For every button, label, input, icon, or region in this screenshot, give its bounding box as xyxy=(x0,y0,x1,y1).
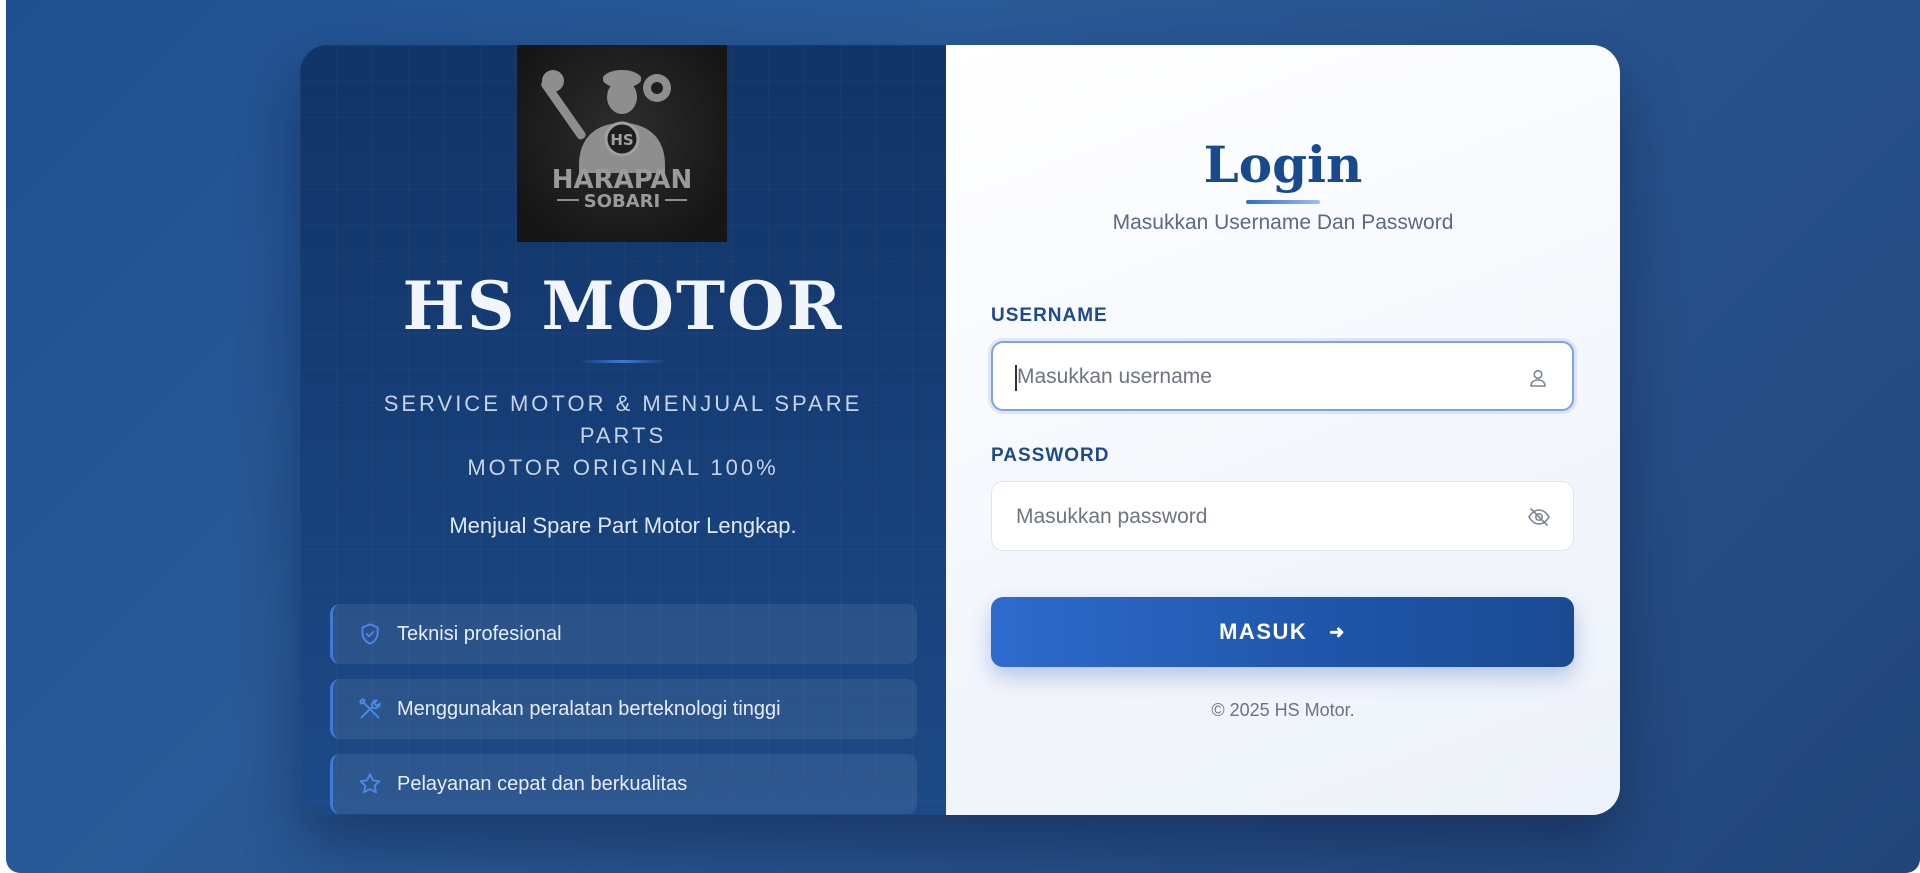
brand-divider xyxy=(580,360,666,363)
login-panel: Login Masukkan Username Dan Password USE… xyxy=(946,45,1620,815)
submit-label: MASUK xyxy=(1219,619,1308,644)
login-title: Login xyxy=(1203,135,1363,194)
username-label: USERNAME xyxy=(991,305,1108,326)
user-icon xyxy=(1526,366,1550,390)
arrow-right-icon: ➜ xyxy=(1329,621,1346,642)
brand-name: HS MOTOR xyxy=(402,267,844,345)
login-submit-button[interactable]: MASUK ➜ xyxy=(991,597,1574,667)
feature-item-service: Pelayanan cepat dan berkualitas xyxy=(330,754,917,814)
feature-label: Menggunakan peralatan berteknologi tingg… xyxy=(397,697,781,720)
login-card: HS HARAPAN SOBARI HS MOTOR SERVICE MOTOR… xyxy=(300,45,1620,815)
feature-label: Teknisi profesional xyxy=(397,622,562,645)
brand-tagline: SERVICE MOTOR & MENJUAL SPARE PARTS MOTO… xyxy=(340,388,906,484)
eye-off-icon[interactable] xyxy=(1527,505,1551,529)
brand-panel: HS HARAPAN SOBARI HS MOTOR SERVICE MOTOR… xyxy=(300,45,946,815)
shield-check-icon xyxy=(357,621,383,647)
text-caret xyxy=(1015,365,1017,391)
username-input[interactable] xyxy=(1015,343,1499,411)
password-input[interactable] xyxy=(1014,482,1498,552)
username-field[interactable] xyxy=(991,341,1574,411)
password-field[interactable] xyxy=(991,481,1574,552)
brand-description: Menjual Spare Part Motor Lengkap. xyxy=(449,513,797,538)
tagline-line-1: SERVICE MOTOR & MENJUAL SPARE PARTS xyxy=(383,391,863,448)
tools-icon xyxy=(357,696,383,722)
feature-item-technician: Teknisi profesional xyxy=(330,604,917,664)
star-icon xyxy=(357,771,383,797)
mechanic-logo-icon: HS HARAPAN SOBARI xyxy=(541,70,692,212)
feature-label: Pelayanan cepat dan berkualitas xyxy=(397,772,688,795)
tagline-line-2: MOTOR ORIGINAL 100% xyxy=(467,455,779,480)
copyright-text: © 2025 HS Motor. xyxy=(1211,700,1355,720)
login-subtitle: Masukkan Username Dan Password xyxy=(1112,211,1454,234)
svg-text:SOBARI: SOBARI xyxy=(584,191,660,212)
brand-logo: HS HARAPAN SOBARI xyxy=(517,45,727,242)
title-divider xyxy=(1246,200,1320,204)
password-label: PASSWORD xyxy=(991,445,1110,466)
feature-item-equipment: Menggunakan peralatan berteknologi tingg… xyxy=(330,679,917,739)
logo-badge-text: HS xyxy=(610,131,633,149)
